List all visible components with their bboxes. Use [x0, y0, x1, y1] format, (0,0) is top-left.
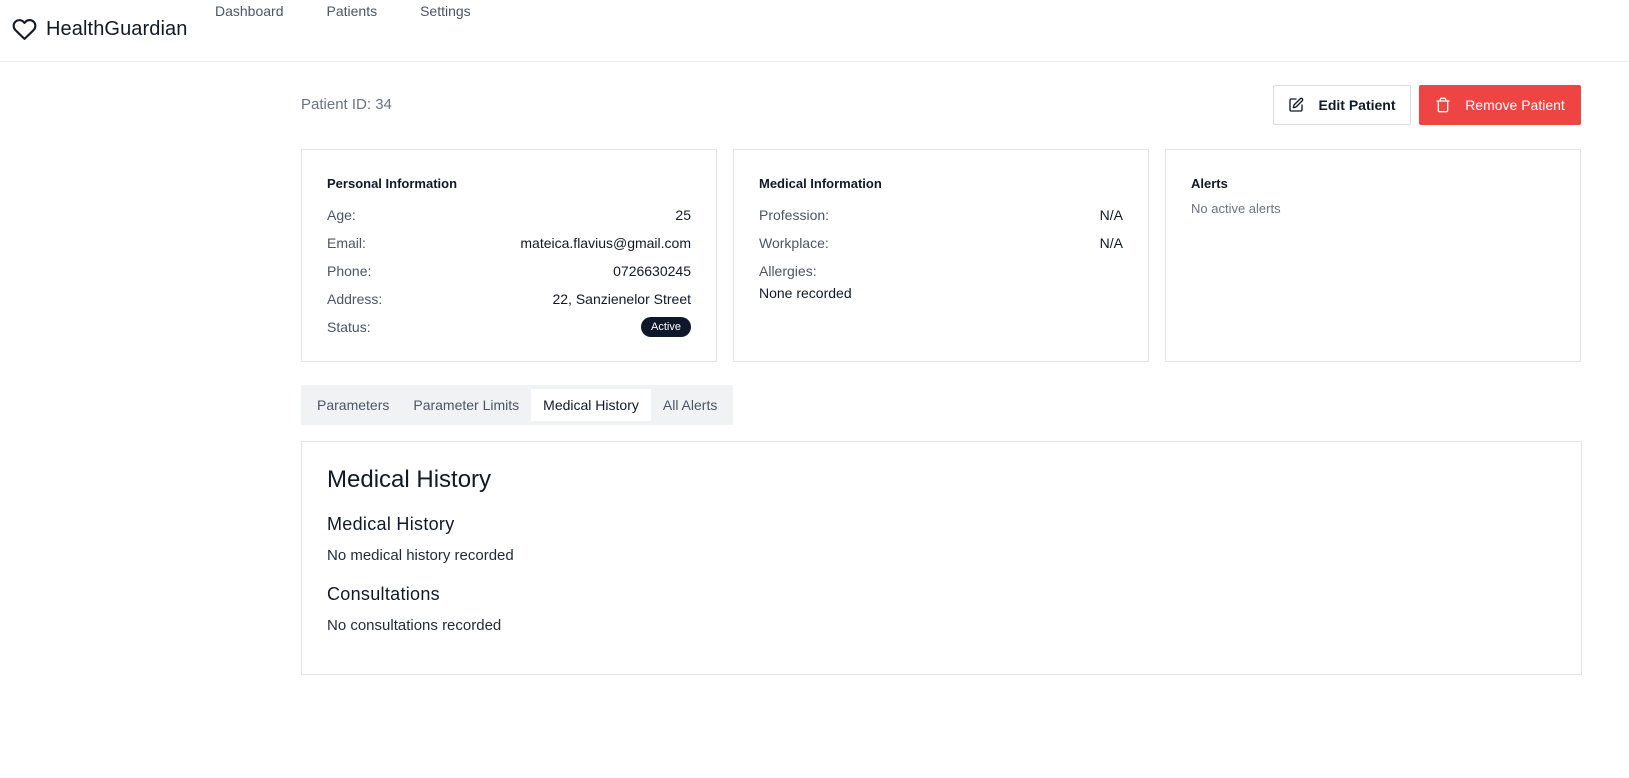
info-value: 25: [675, 207, 691, 223]
card-title: Personal Information: [327, 176, 458, 191]
info-value: N/A: [1099, 235, 1123, 251]
allergies-label: Allergies:: [759, 263, 817, 279]
nav-dashboard[interactable]: Dashboard: [215, 3, 284, 19]
info-value: 22, Sanzienelor Street: [552, 291, 691, 307]
top-navbar: HealthGuardian Dashboard Patients Settin…: [0, 0, 1629, 62]
tab-medical-history[interactable]: Medical History: [531, 389, 651, 421]
trash-icon: [1435, 97, 1451, 113]
info-label: Profession:: [759, 207, 830, 223]
info-value: N/A: [1099, 207, 1123, 223]
consultations-empty-text: No consultations recorded: [327, 617, 502, 634]
card-title: Medical Information: [759, 176, 882, 191]
brand-name: HealthGuardian: [46, 18, 188, 40]
tab-all-alerts[interactable]: All Alerts: [651, 389, 729, 421]
info-row: Profession: N/A: [759, 201, 1123, 229]
remove-patient-label: Remove Patient: [1465, 97, 1565, 113]
personal-information-card: Personal Information Age: 25 Email: mate…: [301, 149, 717, 362]
info-label: Phone:: [327, 263, 372, 279]
status-badge: Active: [641, 317, 691, 337]
info-row: Email: mateica.flavius@gmail.com: [327, 229, 691, 257]
section-title-consultations: Consultations: [327, 584, 440, 604]
patient-id: Patient ID: 34: [301, 96, 392, 113]
allergies-value: None recorded: [759, 285, 852, 301]
edit-patient-label: Edit Patient: [1318, 97, 1396, 113]
info-row: Workplace: N/A: [759, 229, 1123, 257]
edit-patient-button[interactable]: Edit Patient: [1273, 85, 1411, 125]
section-title-medical-history: Medical History: [327, 514, 455, 534]
card-title: Alerts: [1191, 176, 1228, 191]
info-row: Age: 25: [327, 201, 691, 229]
info-row: Status: Active: [327, 313, 691, 341]
info-value: mateica.flavius@gmail.com: [520, 235, 691, 251]
info-label: Email:: [327, 235, 366, 251]
medical-information-card: Medical Information Profession: N/A Work…: [733, 149, 1149, 362]
edit-icon: [1288, 97, 1304, 113]
alerts-card: Alerts No active alerts: [1165, 149, 1581, 362]
status-label: Status:: [327, 319, 371, 335]
tab-parameter-limits[interactable]: Parameter Limits: [401, 389, 531, 421]
info-label: Workplace:: [759, 235, 829, 251]
info-label: Address:: [327, 291, 383, 307]
medical-history-panel: Medical History Medical History No medic…: [301, 441, 1582, 675]
info-row: Phone: 0726630245: [327, 257, 691, 285]
brand[interactable]: HealthGuardian: [12, 17, 188, 42]
no-alerts-text: No active alerts: [1191, 201, 1281, 216]
heart-icon: [12, 17, 37, 42]
tab-parameters[interactable]: Parameters: [305, 389, 401, 421]
main-nav: Dashboard Patients Settings: [215, 3, 514, 19]
nav-settings[interactable]: Settings: [420, 3, 471, 19]
info-row: Address: 22, Sanzienelor Street: [327, 285, 691, 313]
info-value: 0726630245: [613, 263, 691, 279]
medical-history-empty-text: No medical history recorded: [327, 547, 514, 564]
patient-tabs: Parameters Parameter Limits Medical Hist…: [301, 385, 734, 425]
info-label: Age:: [327, 207, 356, 223]
remove-patient-button[interactable]: Remove Patient: [1419, 85, 1581, 125]
panel-heading: Medical History: [327, 466, 492, 493]
nav-patients[interactable]: Patients: [327, 3, 378, 19]
